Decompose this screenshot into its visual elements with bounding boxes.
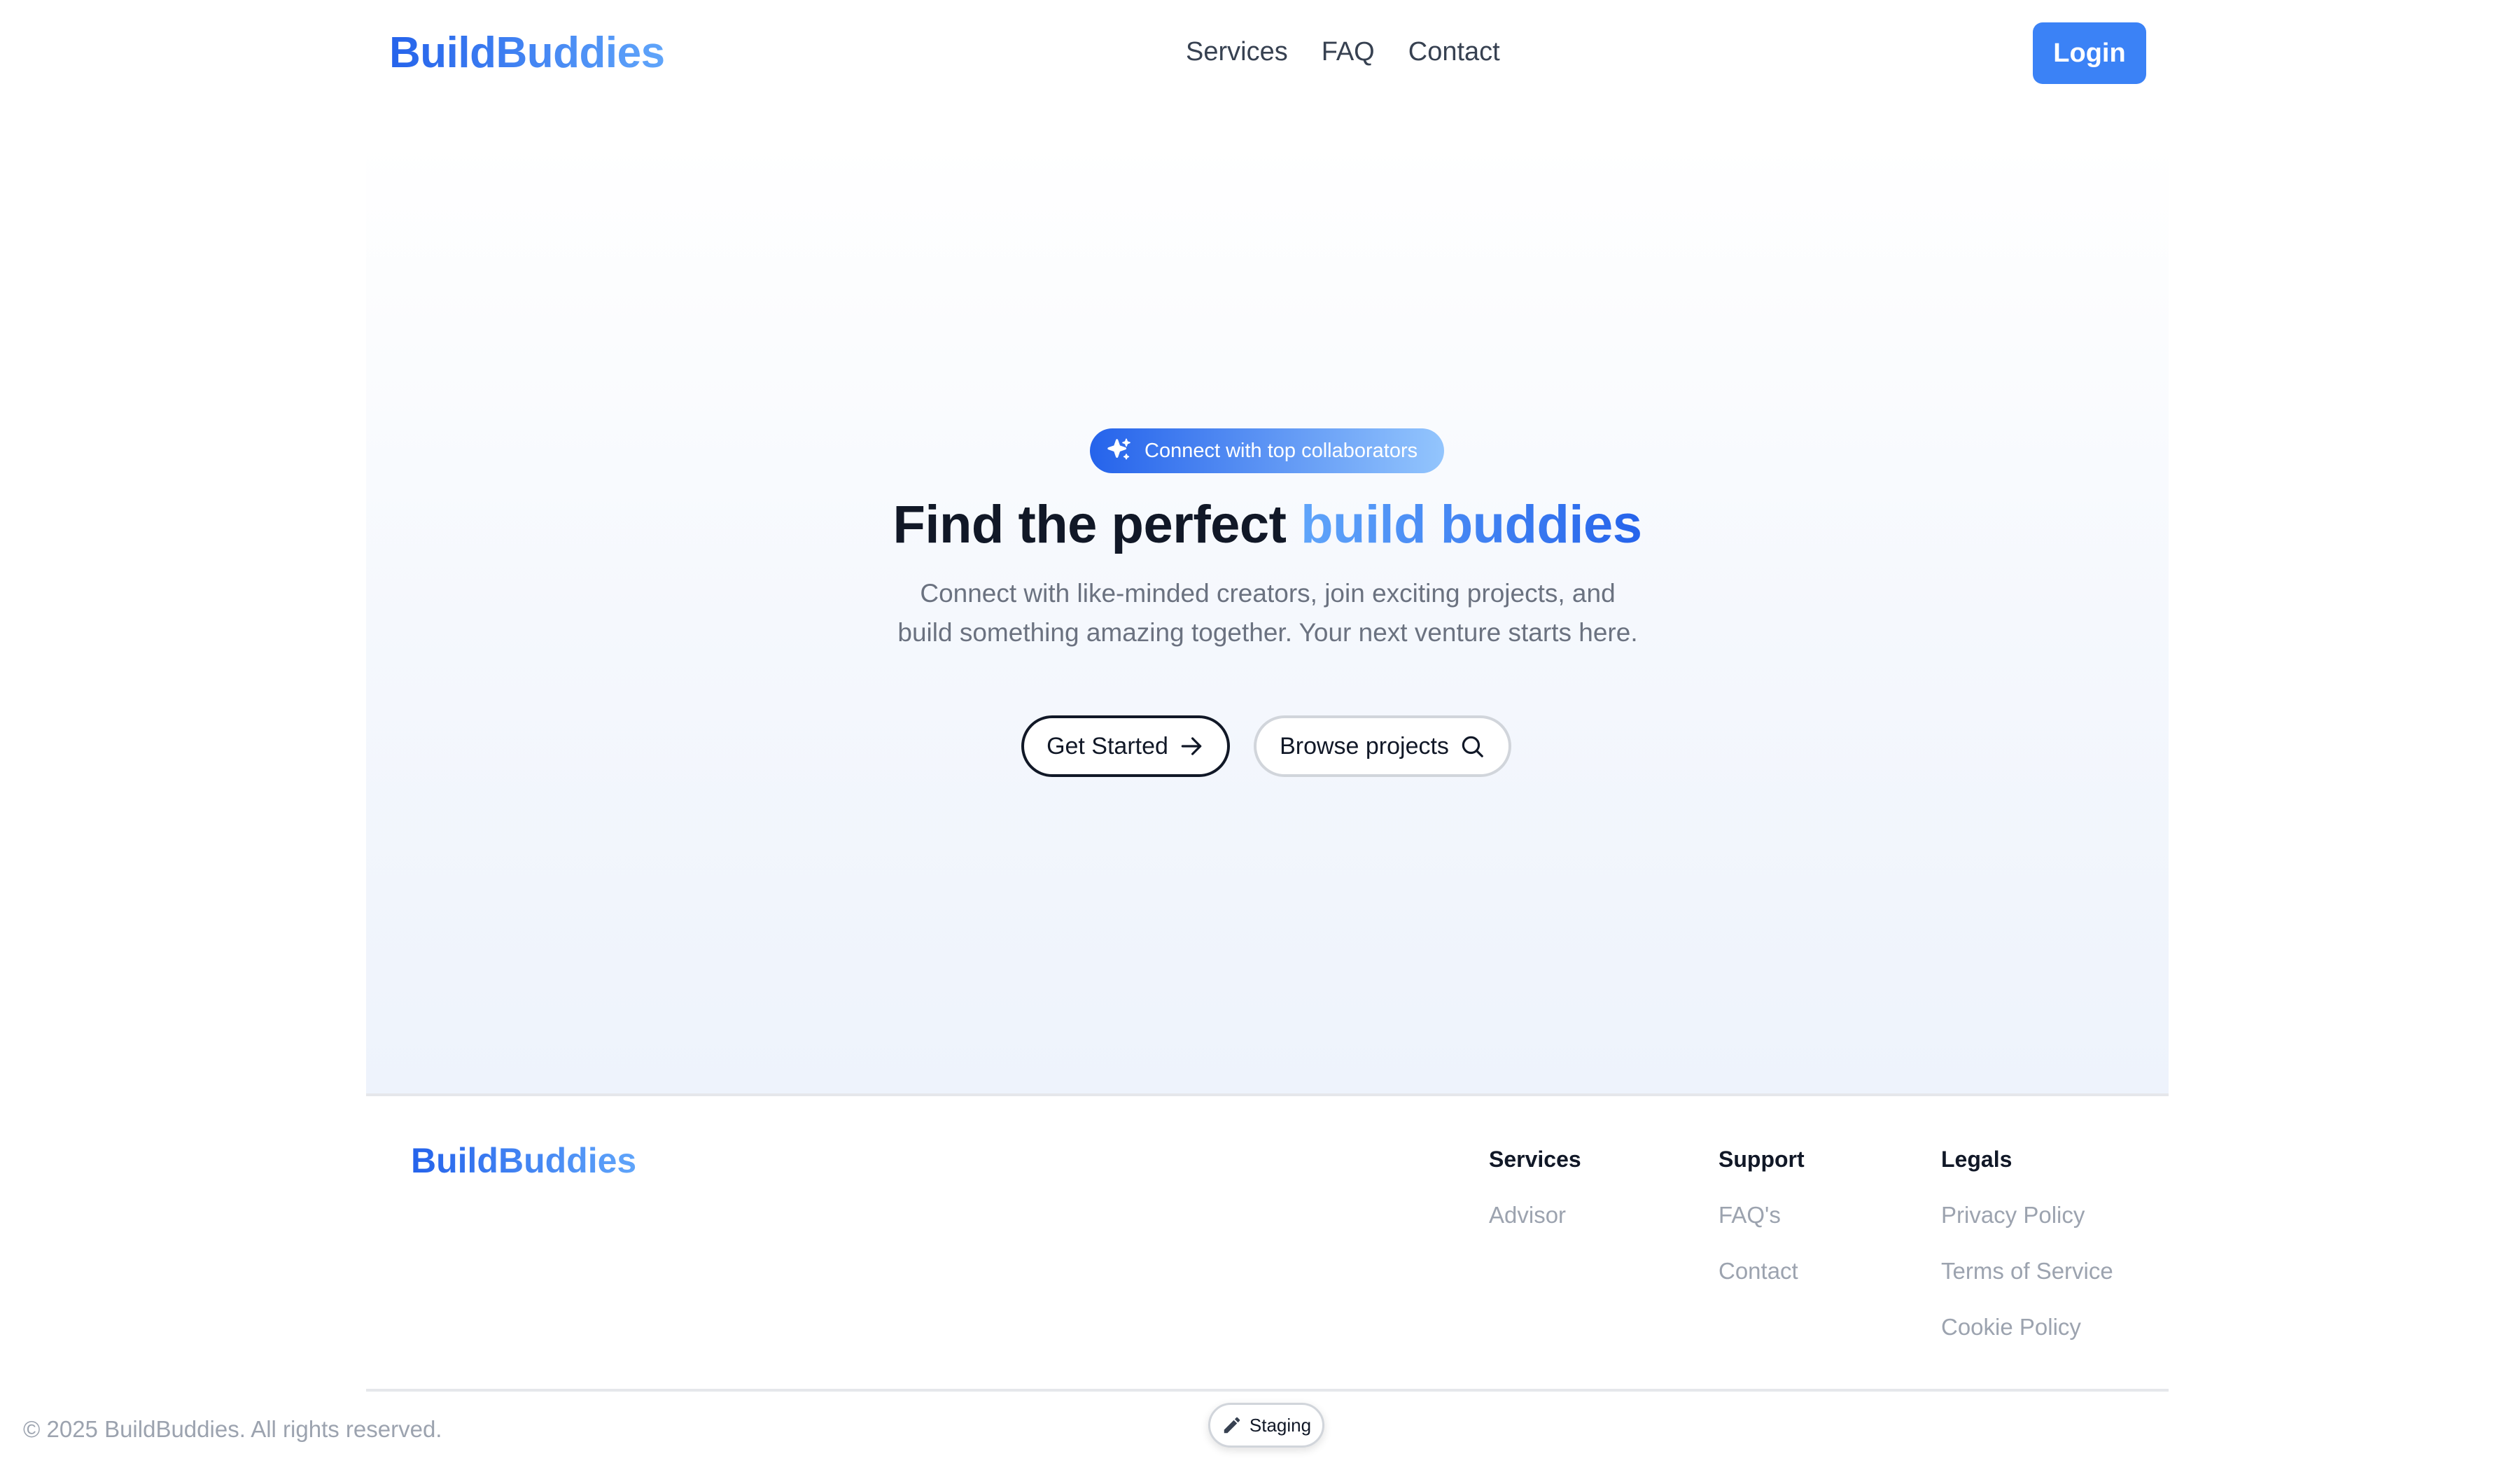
footer-column-legals: Legals Privacy Policy Terms of Service C… [1941, 1145, 2113, 1369]
footer-link-contact[interactable]: Contact [1718, 1257, 1805, 1285]
footer-heading-support: Support [1718, 1147, 1805, 1172]
search-icon [1462, 736, 1483, 757]
staging-label: Staging [1249, 1415, 1312, 1436]
hero-actions: Get Started Browse projects [1021, 715, 1511, 777]
staging-badge[interactable]: Staging [1208, 1403, 1324, 1448]
footer-column-services: Services Advisor [1489, 1145, 1581, 1257]
nav-link-faq[interactable]: FAQ [1322, 35, 1375, 69]
footer-column-support: Support FAQ's Contact [1718, 1145, 1805, 1313]
copyright-text: © 2025 BuildBuddies. All rights reserved… [23, 1416, 442, 1442]
browse-projects-button[interactable]: Browse projects [1254, 715, 1511, 777]
get-started-label: Get Started [1046, 732, 1168, 760]
hero-title-main: Find the perfect [892, 495, 1301, 554]
hero-section: Connect with top collaborators Find the … [366, 140, 2169, 1093]
sparkles-icon [1107, 438, 1130, 460]
main-nav: Services FAQ Contact [1186, 35, 1500, 69]
get-started-button[interactable]: Get Started [1021, 715, 1230, 777]
hero-title: Find the perfect build buddies [366, 490, 2169, 560]
pencil-icon [1224, 1417, 1240, 1434]
footer-brand-logo[interactable]: BuildBuddies [411, 1138, 636, 1183]
footer-link-terms-of-service[interactable]: Terms of Service [1941, 1257, 2113, 1285]
nav-link-contact[interactable]: Contact [1408, 35, 1500, 69]
footer-heading-legals: Legals [1941, 1147, 2012, 1172]
arrow-right-icon [1181, 737, 1202, 755]
top-navigation: BuildBuddies Services FAQ Contact Login [0, 0, 2520, 106]
login-button[interactable]: Login [2033, 22, 2146, 84]
hero-badge-text: Connect with top collaborators [1144, 440, 1418, 462]
footer-link-privacy-policy[interactable]: Privacy Policy [1941, 1201, 2113, 1229]
hero-badge: Connect with top collaborators [1090, 428, 1444, 473]
hero-subtitle: Connect with like-minded creators, join … [897, 579, 1638, 647]
nav-link-services[interactable]: Services [1186, 35, 1288, 69]
brand-logo[interactable]: BuildBuddies [389, 27, 665, 80]
footer-link-faqs[interactable]: FAQ's [1718, 1201, 1805, 1229]
footer-divider [366, 1389, 2169, 1392]
browse-projects-label: Browse projects [1280, 732, 1449, 760]
footer-link-advisor[interactable]: Advisor [1489, 1201, 1581, 1229]
hero-title-accent: build buddies [1301, 495, 1642, 554]
footer-link-cookie-policy[interactable]: Cookie Policy [1941, 1313, 2113, 1341]
footer-heading-services: Services [1489, 1147, 1581, 1172]
